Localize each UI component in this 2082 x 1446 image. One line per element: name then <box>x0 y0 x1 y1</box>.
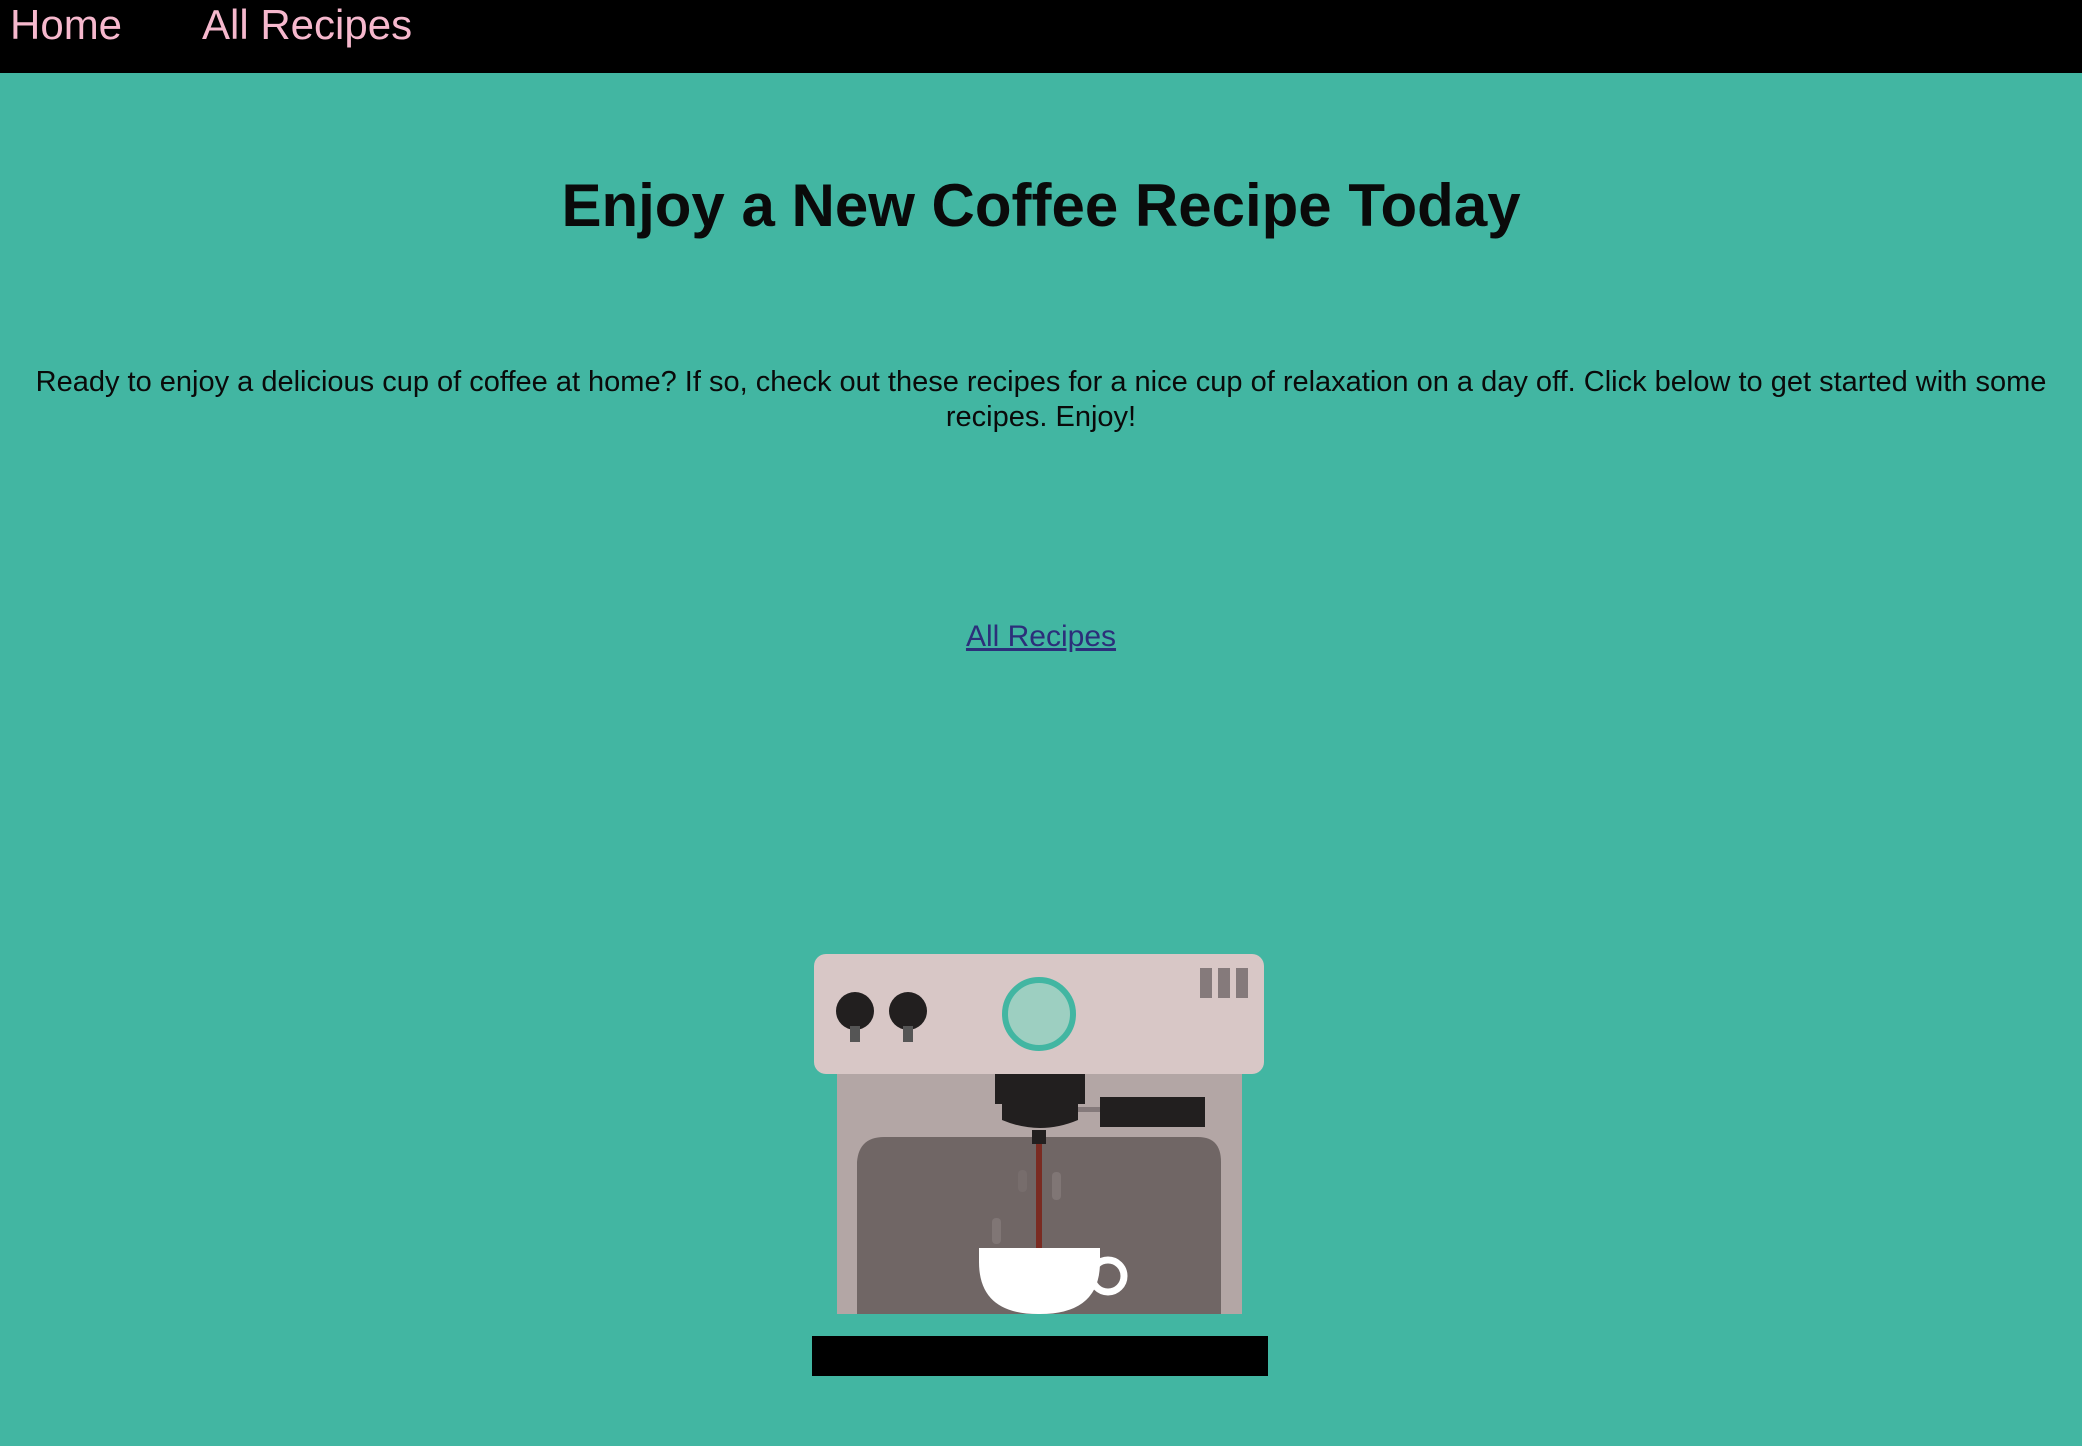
nav-all-recipes-link[interactable]: All Recipes <box>202 0 412 50</box>
knob-left <box>836 992 874 1030</box>
group-head <box>995 1074 1085 1104</box>
portafilter-spout <box>1032 1130 1046 1144</box>
knob-right <box>889 992 927 1030</box>
steam-wisp-3 <box>1018 1170 1027 1192</box>
knob-left-stem <box>850 1026 860 1042</box>
gauge-dial <box>1002 977 1076 1051</box>
steam-wand <box>1100 1097 1205 1127</box>
top-navbar: Home All Recipes <box>0 0 2082 73</box>
vent-bar-2 <box>1218 968 1230 998</box>
page-title: Enjoy a New Coffee Recipe Today <box>561 172 1521 239</box>
nav-home-link[interactable]: Home <box>10 0 122 50</box>
steam-wisp-2 <box>992 1218 1001 1244</box>
drip-tray <box>812 1336 1268 1376</box>
coffee-stream <box>1036 1144 1042 1248</box>
knob-right-stem <box>903 1026 913 1042</box>
cta-container: All Recipes <box>0 618 2082 656</box>
all-recipes-link[interactable]: All Recipes <box>966 620 1116 653</box>
intro-text: Ready to enjoy a delicious cup of coffee… <box>35 366 2047 433</box>
espresso-machine-icon <box>812 954 1268 1376</box>
vent-bar-3 <box>1236 968 1248 998</box>
steam-wisp-1 <box>1052 1172 1061 1200</box>
vent-bar-1 <box>1200 968 1212 998</box>
steam-connector <box>1078 1107 1102 1112</box>
